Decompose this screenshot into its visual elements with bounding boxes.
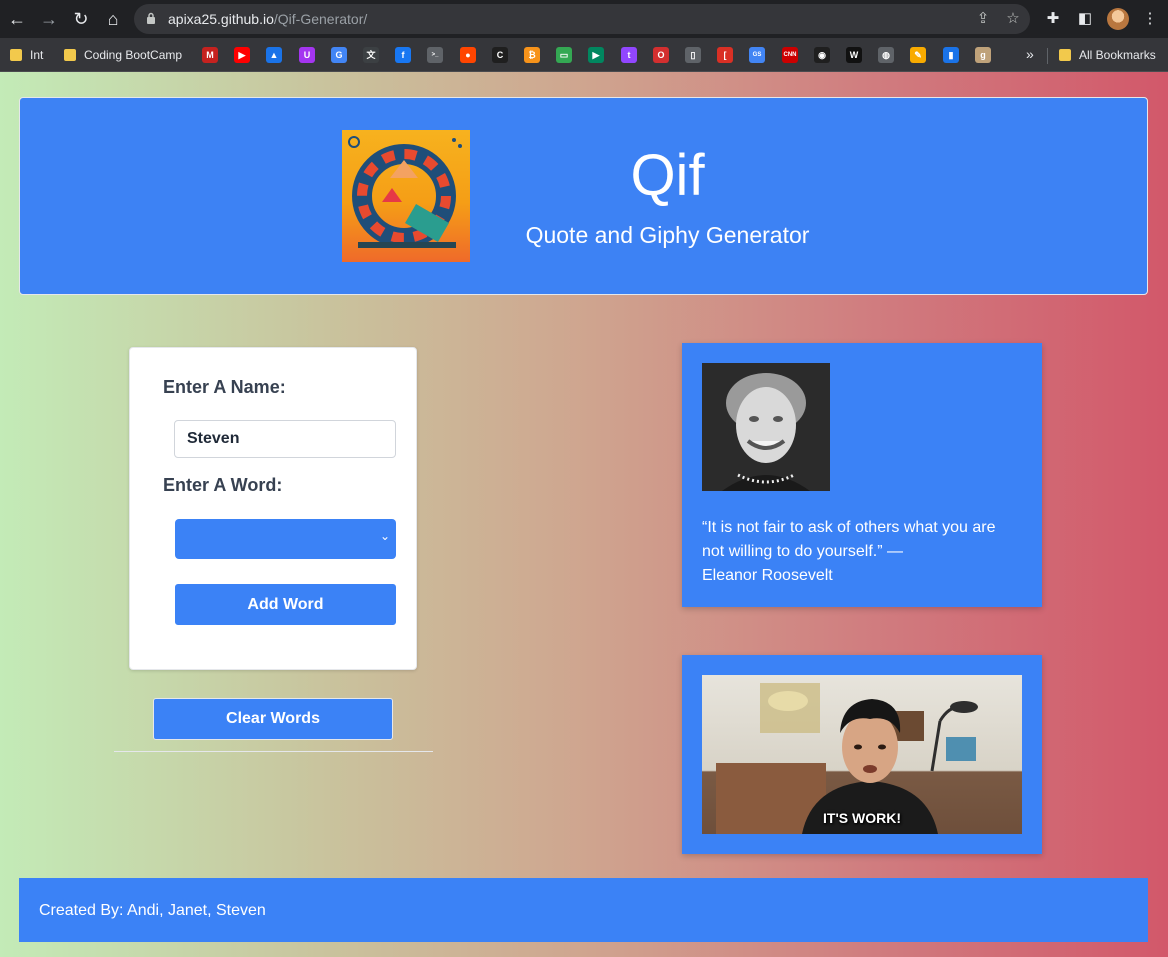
site-footer: Created By: Andi, Janet, Steven <box>19 878 1148 942</box>
all-bookmarks-folder[interactable]: All Bookmarks <box>1059 47 1156 63</box>
lock-icon <box>147 12 155 24</box>
bitcoin-icon[interactable]: ₿ <box>524 47 540 63</box>
site-subtitle: Quote and Giphy Generator <box>525 222 810 248</box>
google-play-icon[interactable]: ▶ <box>588 47 604 63</box>
google-drive-icon[interactable]: ▲ <box>266 47 282 63</box>
folder-icon <box>1059 49 1071 61</box>
udemy-icon[interactable]: U <box>299 47 315 63</box>
qif-logo <box>342 130 470 262</box>
bookmark-folder-label: Coding BootCamp <box>84 48 183 62</box>
g-box-icon[interactable]: g <box>975 47 991 63</box>
word-select[interactable]: ⌄ <box>175 519 396 559</box>
quote-text-block: “It is not fair to ask of others what yo… <box>702 516 1022 588</box>
share-icon[interactable]: ⇪ <box>974 10 992 28</box>
reload-icon[interactable]: ↻ <box>70 8 92 30</box>
bookmark-folder-coding-bootcamp[interactable]: Coding BootCamp <box>64 47 182 63</box>
giphy-image: IT'S WORK! <box>702 675 1022 834</box>
gs-icon[interactable]: GS <box>749 47 765 63</box>
more-bookmarks-icon[interactable]: » <box>1026 46 1034 62</box>
word-form-card: Enter A Name: Enter A Word: ⌄ Add Word <box>129 347 417 670</box>
all-bookmarks-label: All Bookmarks <box>1079 48 1156 62</box>
logo-mosaic-icon <box>348 136 462 248</box>
globe-ring-icon[interactable]: ◉ <box>814 47 830 63</box>
twitch-icon[interactable]: t <box>621 47 637 63</box>
folder-icon <box>64 49 76 61</box>
monitor-icon[interactable]: ▭ <box>556 47 572 63</box>
gmail-icon[interactable]: M <box>202 47 218 63</box>
bookmarks-bar: Int Coding BootCamp M ▶ ▲ U G 文 f >_ ● C ₿ ▭ ▶ t O ▯ [ GS… <box>0 38 1168 72</box>
footer-credits: Created By: Andi, Janet, Steven <box>39 902 266 919</box>
reddit-icon[interactable]: ● <box>460 47 476 63</box>
circle-c-icon[interactable]: C <box>492 47 508 63</box>
bars-icon[interactable]: ▮ <box>943 47 959 63</box>
name-input[interactable] <box>174 420 396 458</box>
url-path: /Qif-Generator/ <box>273 11 368 27</box>
clear-words-button[interactable]: Clear Words <box>153 698 393 740</box>
bracket-icon[interactable]: [ <box>717 47 733 63</box>
google-icon[interactable]: G <box>331 47 347 63</box>
quote-author: Eleanor Roosevelt <box>702 567 833 584</box>
giphy-card: IT'S WORK! <box>682 655 1042 854</box>
bookmark-folder-label: Int <box>30 48 44 62</box>
pencil-icon[interactable]: ✎ <box>910 47 926 63</box>
menu-kebab-icon[interactable]: ⋮ <box>1140 9 1160 29</box>
chevron-down-icon: ⌄ <box>379 529 390 543</box>
cnn-icon[interactable]: CNN <box>782 47 798 63</box>
word-label: Enter A Word: <box>163 475 283 495</box>
translate-icon[interactable]: 文 <box>363 47 379 63</box>
gif-caption: IT'S WORK! <box>823 810 901 826</box>
w-icon[interactable]: W <box>846 47 862 63</box>
portrait-image <box>702 363 830 491</box>
quote-author-photo <box>702 363 830 491</box>
quote-text: “It is not fair to ask of others what yo… <box>702 519 996 560</box>
browser-toolbar: ← → ↻ ⌂ apixa25.github.io/Qif-Generator/… <box>0 0 1168 38</box>
world-icon[interactable]: ◍ <box>878 47 894 63</box>
document-icon[interactable]: ▯ <box>685 47 701 63</box>
url-host: apixa25.github.io <box>168 11 274 27</box>
url-text: apixa25.github.io/Qif-Generator/ <box>168 11 367 27</box>
home-icon[interactable]: ⌂ <box>102 8 124 30</box>
folder-icon <box>10 49 22 61</box>
back-icon[interactable]: ← <box>6 8 28 30</box>
page-body: Qif Quote and Giphy Generator Enter A Na… <box>0 72 1168 957</box>
forward-icon[interactable]: → <box>38 8 60 30</box>
site-title: Qif <box>630 143 705 208</box>
bookmarks-divider <box>1047 48 1048 64</box>
site-header: Qif Quote and Giphy Generator <box>19 97 1148 295</box>
bookmark-folder-int[interactable]: Int <box>10 47 43 63</box>
opera-icon[interactable]: O <box>653 47 669 63</box>
quote-card: “It is not fair to ask of others what yo… <box>682 343 1042 607</box>
address-bar[interactable]: apixa25.github.io/Qif-Generator/ ⇪ ☆ <box>134 4 1030 34</box>
bookmark-star-icon[interactable]: ☆ <box>1004 10 1022 28</box>
add-word-button[interactable]: Add Word <box>175 584 396 625</box>
section-divider <box>114 751 433 752</box>
youtube-icon[interactable]: ▶ <box>234 47 250 63</box>
side-panel-icon[interactable]: ◧ <box>1075 9 1095 29</box>
extensions-icon[interactable]: ✚ <box>1043 9 1063 29</box>
terminal-icon[interactable]: >_ <box>427 47 443 63</box>
name-label: Enter A Name: <box>163 377 286 397</box>
profile-avatar[interactable] <box>1107 8 1129 30</box>
facebook-icon[interactable]: f <box>395 47 411 63</box>
